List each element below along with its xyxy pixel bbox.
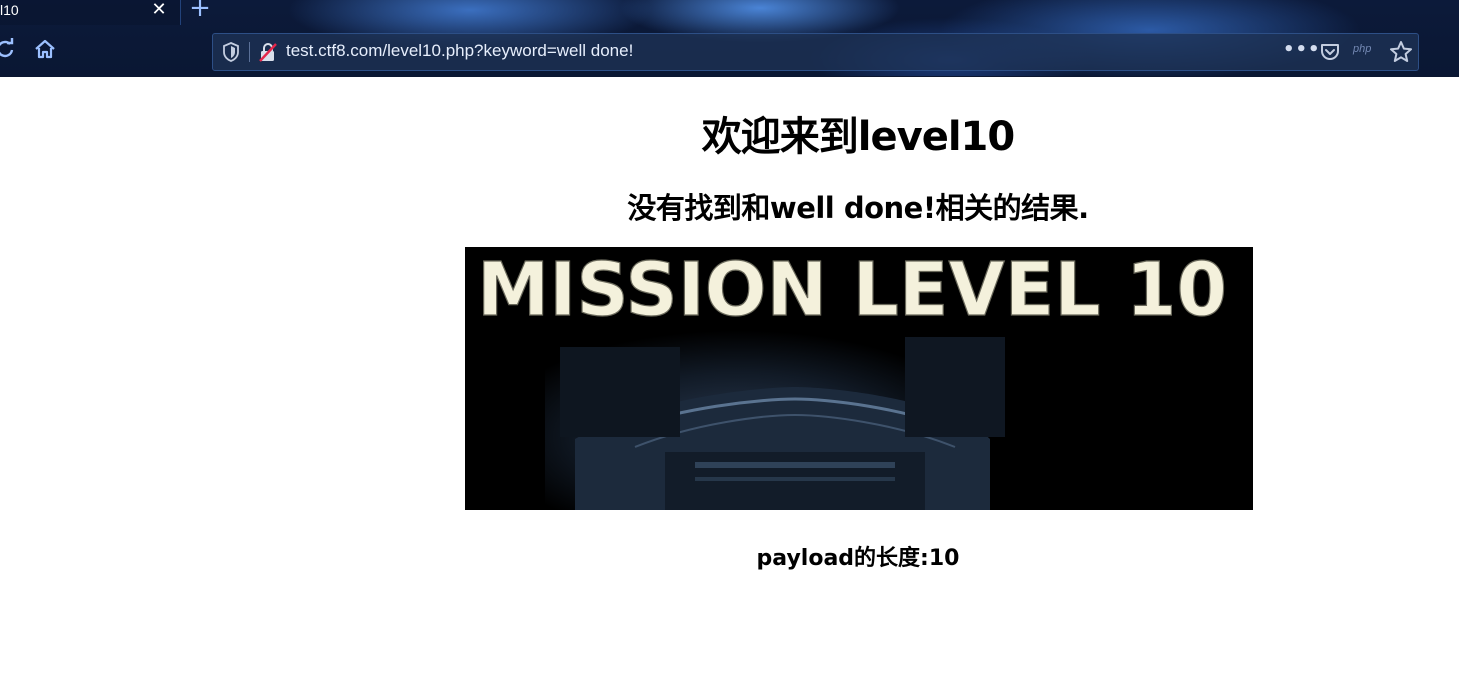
banner-title-text: MISSION LEVEL 10 (477, 247, 1227, 333)
banner-artwork: MISSION LEVEL 10 (465, 247, 1253, 510)
url-separator (249, 42, 250, 62)
home-icon[interactable] (34, 38, 56, 60)
close-tab-icon[interactable]: ✕ (150, 0, 168, 20)
url-host: test.ctf8.com (286, 41, 383, 60)
address-bar[interactable]: test.ctf8.com/level10.php?keyword=well d… (212, 33, 1419, 71)
browser-chrome: l10 ✕ + test.ctf8.com/level10.php?keywor… (0, 0, 1459, 77)
pocket-icon[interactable] (1319, 41, 1341, 63)
bookmark-star-icon[interactable] (1389, 40, 1413, 64)
page-actions-menu-icon[interactable]: ••• (1283, 39, 1321, 60)
browser-tab[interactable]: l10 ✕ (0, 0, 181, 25)
new-tab-button[interactable]: + (188, 0, 212, 21)
tab-title: l10 (0, 2, 19, 18)
shield-icon[interactable] (222, 42, 240, 62)
mission-banner-image: MISSION LEVEL 10 (465, 247, 1253, 510)
url-text[interactable]: test.ctf8.com/level10.php?keyword=well d… (286, 41, 633, 61)
reload-icon[interactable] (0, 38, 16, 60)
page-title: 欢迎来到level10 (701, 114, 1015, 160)
search-result-message: 没有找到和well done!相关的结果. (627, 191, 1089, 225)
url-path: /level10.php?keyword=well done! (382, 41, 634, 60)
php-extension-icon[interactable]: php (1353, 43, 1371, 55)
insecure-lock-icon[interactable] (258, 42, 278, 62)
payload-length-text: payload的长度:10 (756, 546, 960, 571)
